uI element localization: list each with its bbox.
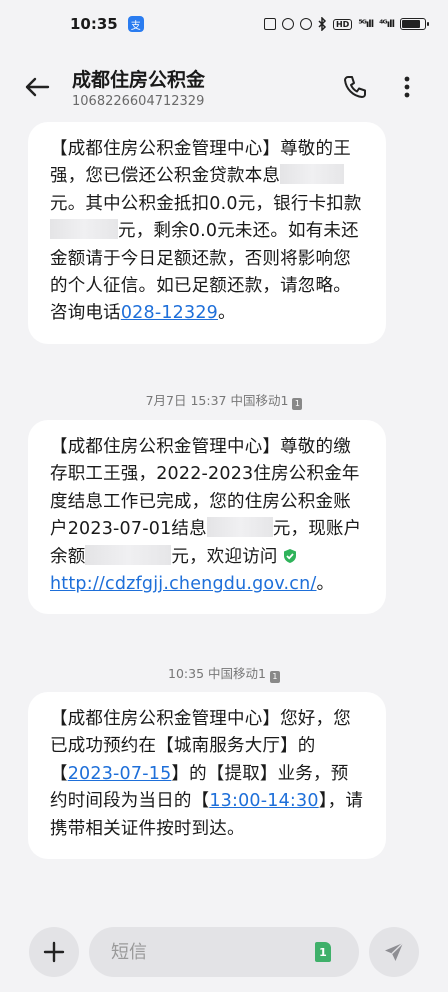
redacted-amount	[85, 544, 172, 565]
conversation-header: 成都住房公积金 1068226604712329	[0, 52, 448, 118]
date-link[interactable]: 2023-07-15	[68, 764, 172, 784]
status-bar: 10:35 支 HD ⁵ᴳıll ⁴ᴳıll	[0, 0, 448, 48]
contact-title: 成都住房公积金	[72, 69, 206, 91]
message-bubble[interactable]: 【成都住房公积金管理中心】尊敬的王强，您已偿还公积金贷款本息元。其中公积金抵扣0…	[28, 122, 386, 344]
timestamp-text: 10:35 中国移动1	[168, 666, 266, 681]
battery-level	[402, 20, 420, 28]
sim-select-icon[interactable]: 1	[315, 942, 331, 962]
add-attachment-button[interactable]	[29, 927, 79, 977]
contact-number: 1068226604712329	[72, 94, 205, 109]
hd-voice-icon: HD	[332, 18, 353, 30]
redacted-amount	[50, 219, 118, 240]
phone-call-icon[interactable]	[342, 74, 368, 100]
mute-icon	[299, 18, 312, 30]
nfc-icon	[263, 18, 276, 30]
phone-link[interactable]: 028-12329	[121, 303, 218, 323]
plus-icon	[43, 941, 65, 963]
send-icon	[385, 942, 404, 961]
message-text: 。	[316, 574, 335, 595]
message-input-field[interactable]: 1	[89, 927, 359, 977]
time-link[interactable]: 13:00-14:30	[209, 791, 318, 811]
redacted-amount	[280, 164, 345, 185]
timestamp-text: 7月7日 15:37 中国移动1	[145, 393, 289, 408]
message-text: 元。其中公积金抵扣0.0元，银行卡扣款	[50, 193, 362, 214]
more-options-icon[interactable]	[400, 74, 414, 100]
message-bubble[interactable]: 【成都住房公积金管理中心】尊敬的缴存职工王强，2022-2023住房公积金年度结…	[28, 420, 386, 615]
redacted-amount	[206, 517, 273, 538]
website-link[interactable]: http://cdzfgjj.chengdu.gov.cn/	[50, 574, 317, 594]
verified-shield-icon	[283, 548, 296, 563]
compose-bar: 1	[0, 910, 448, 992]
alipay-notification-icon: 支	[127, 16, 144, 32]
sim-card-icon: 1	[269, 671, 280, 683]
sim-card-icon: 1	[292, 398, 303, 410]
message-timestamp: 10:35 中国移动1 1	[0, 663, 448, 683]
message-text: 元，欢迎访问	[171, 546, 278, 567]
message-input[interactable]	[111, 941, 291, 963]
message-bubble[interactable]: 【成都住房公积金管理中心】您好，您已成功预约在【城南服务大厅】的【2023-07…	[28, 692, 386, 860]
battery-icon	[400, 18, 429, 30]
signal-icon-sim1: ⁵ᴳıll	[358, 18, 374, 30]
status-time: 10:35	[70, 15, 118, 33]
bluetooth-icon	[318, 17, 327, 31]
alarm-icon	[281, 18, 294, 30]
message-text: 。	[218, 303, 236, 324]
back-arrow-icon[interactable]	[22, 72, 52, 102]
signal-icon-sim2: ⁴ᴳıll	[379, 18, 395, 30]
message-timestamp: 7月7日 15:37 中国移动1 1	[0, 390, 448, 410]
status-icons: HD ⁵ᴳıll ⁴ᴳıll	[263, 17, 429, 31]
send-button[interactable]	[369, 927, 419, 977]
